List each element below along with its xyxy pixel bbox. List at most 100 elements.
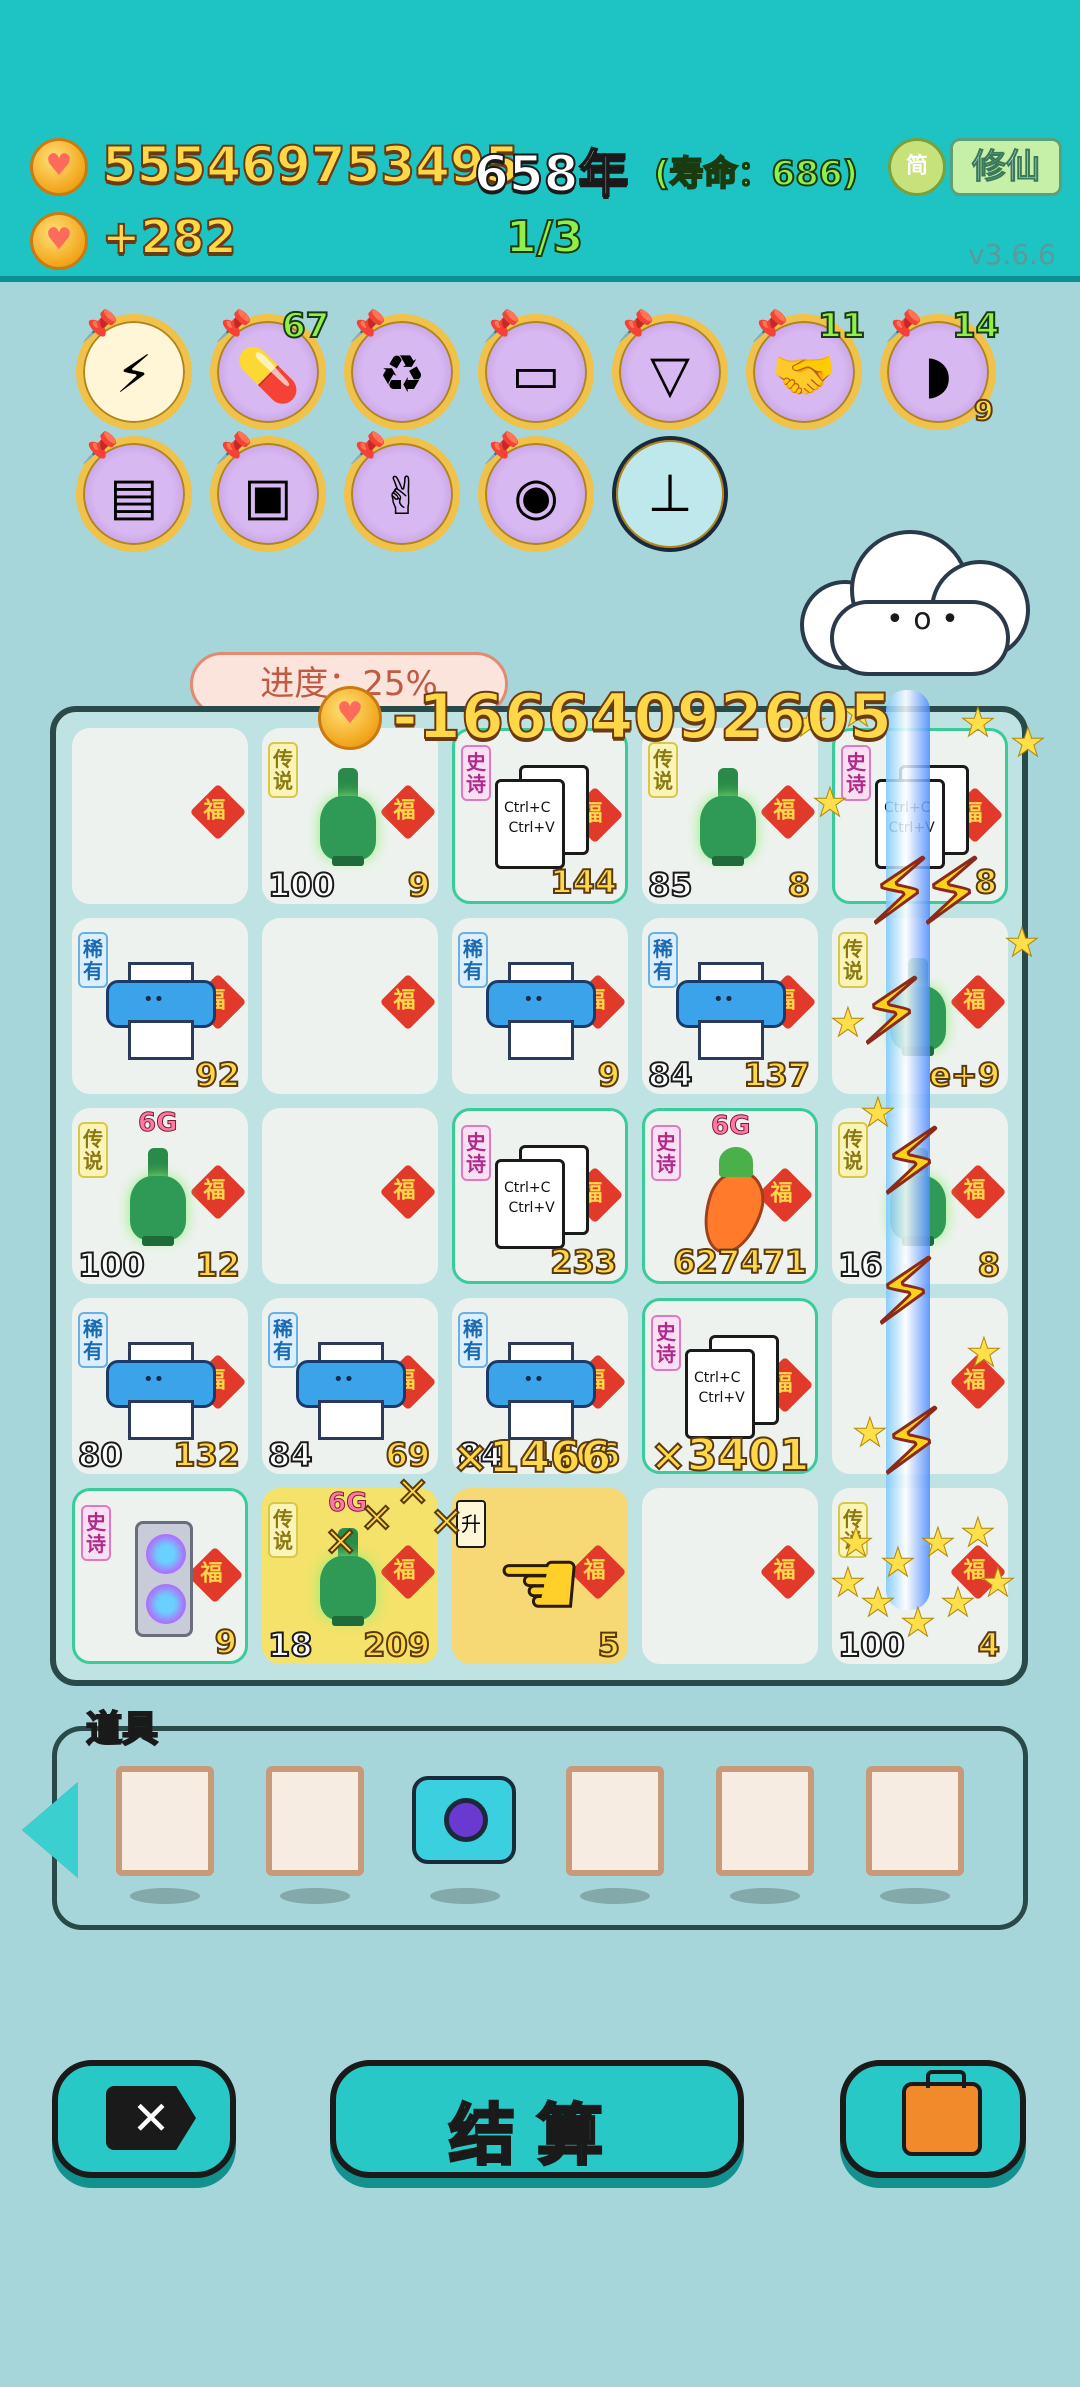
cell-right-count: 233 [549, 1242, 618, 1282]
rarity-badge: 稀有 [78, 1312, 108, 1368]
sparkle-x-icon: ✕ [323, 1519, 358, 1567]
rarity-badge: 史诗 [461, 745, 491, 801]
cell-right-count: 5 [597, 1625, 621, 1665]
prop-slot[interactable] [716, 1766, 814, 1876]
board-cell[interactable]: 福 [72, 728, 248, 904]
sparkle-x-icon: ✕ [429, 1499, 464, 1547]
fu-tag: 福 [759, 783, 817, 841]
cell-left-count: 84 [647, 1055, 694, 1095]
coin-total: 555469753495 [101, 135, 520, 195]
jade-vase-icon [318, 768, 378, 868]
cell-right-count: 137 [742, 1055, 811, 1095]
slot-shadow [430, 1888, 500, 1904]
printer-icon [106, 962, 216, 1062]
lightning-bolt-icon: ⚡ [878, 1389, 944, 1497]
relic-slot[interactable]: ♻ 📌 [344, 309, 460, 430]
board-cell[interactable]: 福史诗 Ctrl+C Ctrl+V 233 [452, 1108, 628, 1284]
pump-icon: ⊥ [647, 464, 693, 524]
printer-icon [106, 1342, 216, 1442]
board-cell[interactable]: 福稀有9 [452, 918, 628, 1095]
board-cell[interactable]: 福 传说 100 9 [262, 728, 438, 905]
board-cell[interactable]: 福稀有84137 [642, 918, 818, 1095]
star-icon: ★ [920, 1520, 957, 1567]
cell-left-count: 80 [77, 1435, 124, 1475]
rarity-badge: 稀有 [458, 1312, 488, 1368]
relic-count: 67 [281, 305, 330, 347]
relic-slot[interactable]: ▤ 📌 [76, 431, 192, 552]
settle-button[interactable]: 结算 [330, 2060, 744, 2178]
cell-left-count: 100 [77, 1245, 146, 1285]
board-cell[interactable]: 福史诗 Ctrl+C Ctrl+V 144 [452, 728, 628, 904]
pin-icon: 📌 [483, 309, 521, 344]
relic-slot[interactable]: ◉ 📌 [478, 431, 594, 552]
board-cell[interactable]: 福 [642, 1488, 818, 1664]
board-cell[interactable]: 福稀有8469 [262, 1298, 438, 1475]
star-icon: ★ [960, 1510, 997, 1557]
language-badge[interactable]: 简 [888, 138, 946, 196]
sparkle-x-icon: ✕ [359, 1495, 394, 1543]
cloud-mascot: • o • [800, 520, 1038, 690]
pointing-hand-icon: ☚ [494, 1527, 583, 1642]
jade-vase-icon [698, 768, 758, 868]
star-icon: ★ [830, 1560, 867, 1607]
board-cell[interactable]: 福稀有80132 [72, 1298, 248, 1475]
board-cell[interactable]: 福传说 85 8 [642, 728, 818, 905]
prop-slot[interactable] [266, 1766, 364, 1876]
coin-change-float: -16664092605 [391, 679, 893, 754]
cell-left-count: 84 [267, 1435, 314, 1475]
relic-slot[interactable]: ▽ 📌 [612, 309, 728, 430]
relic-slot[interactable]: ⚡ 📌 [76, 309, 192, 430]
star-icon: ★ [1004, 920, 1041, 967]
star-icon: ★ [830, 1000, 867, 1047]
cultivation-button[interactable]: 修仙 [950, 138, 1062, 196]
star-icon: ★ [960, 700, 997, 747]
relic-count: 11 [817, 305, 866, 347]
cell-right-count: 8 [787, 865, 811, 905]
fu-tag: 福 [189, 783, 247, 841]
rarity-badge: 传说 [78, 1122, 108, 1178]
handshake-icon: 🤝 [771, 346, 837, 406]
slot-shadow [730, 1888, 800, 1904]
board-cell[interactable]: 福 [262, 918, 438, 1094]
income-value: +282 [101, 209, 238, 265]
camera-icon[interactable] [412, 1776, 516, 1864]
rock-hand-icon: ✌ [380, 467, 424, 527]
relic-slot[interactable]: ▣ 📌 [210, 431, 326, 552]
printer-icon [486, 1342, 596, 1442]
cancel-button[interactable]: ✕ [52, 2060, 236, 2178]
relic-slot[interactable]: ✌ 📌 [344, 431, 460, 552]
top-bar: 555469753495 658年 (寿命：686) 简 修仙 +282 1/3… [0, 0, 1080, 282]
pin-icon: 📌 [81, 431, 119, 466]
props-prev-arrow[interactable] [22, 1782, 78, 1878]
board-cell[interactable]: 福 传说 6G 100 12 [72, 1108, 248, 1285]
cell-right-count: 132 [172, 1435, 241, 1475]
lightning-bolt-icon: ⚡ [872, 1239, 938, 1347]
prop-slot[interactable] [116, 1766, 214, 1876]
pin-icon: 📌 [215, 309, 253, 344]
pin-icon: 📌 [751, 309, 789, 344]
fu-tag: 福 [949, 1163, 1007, 1221]
rarity-badge: 传说 [268, 742, 298, 798]
fu-tag: 福 [379, 1163, 437, 1221]
board-cell[interactable]: 福史诗 6G 627471 [642, 1108, 818, 1284]
graphics-card-icon [135, 1521, 193, 1637]
board-cell[interactable]: 福 [262, 1108, 438, 1284]
copy-paste-icon: Ctrl+C Ctrl+V [495, 765, 591, 875]
cell-right-count: 627471 [672, 1242, 808, 1282]
tag-6g: 6G [137, 1108, 178, 1139]
board-cell[interactable]: 福 史诗 9 [72, 1488, 248, 1664]
fu-tag: 福 [189, 1163, 247, 1221]
fu-tag: 福 [379, 1543, 437, 1601]
cell-left-count: 18 [267, 1625, 314, 1665]
relic-slot[interactable]: ▭ 📌 [478, 309, 594, 430]
slot-shadow [130, 1888, 200, 1904]
prop-slot[interactable] [866, 1766, 964, 1876]
prop-slot[interactable] [566, 1766, 664, 1876]
multiplier-label: ×3401 [649, 1429, 810, 1482]
relic-slot[interactable]: ⊥ [612, 436, 728, 552]
star-icon: ★ [1010, 720, 1047, 767]
printer-icon [296, 1342, 406, 1442]
board-cell[interactable]: 福稀有92 [72, 918, 248, 1095]
cell-left-count: 85 [647, 865, 694, 905]
bag-button[interactable] [840, 2060, 1026, 2178]
